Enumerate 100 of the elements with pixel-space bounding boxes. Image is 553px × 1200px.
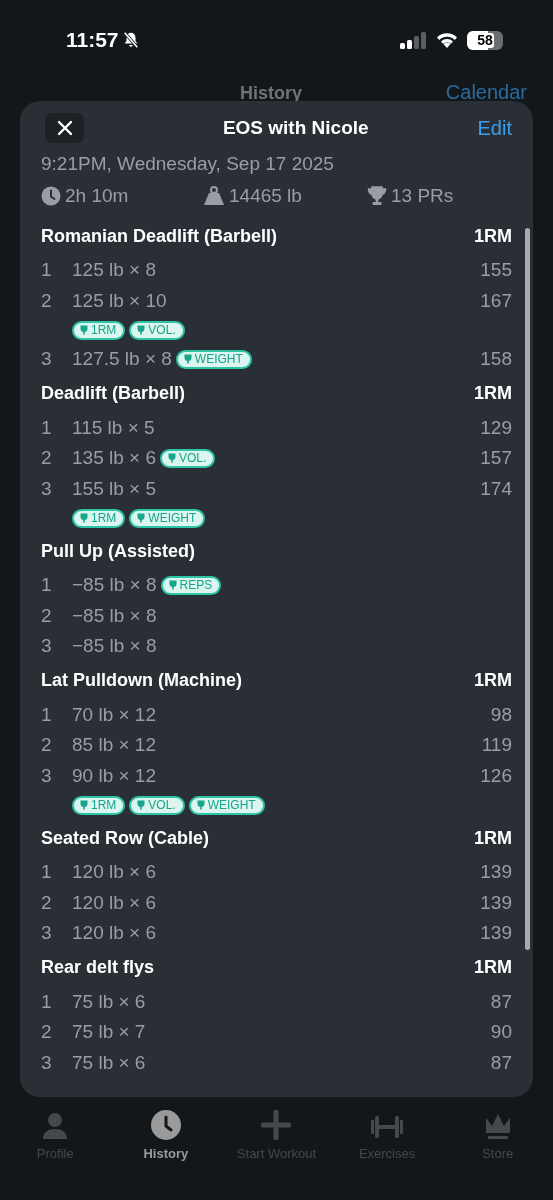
- set-detail: 120 lb × 6: [72, 922, 156, 945]
- column-heading: 1RM: [474, 957, 512, 978]
- set-detail: 120 lb × 6: [72, 891, 156, 914]
- set-detail: −85 lb × 8: [72, 574, 157, 597]
- stat-value: 2h 10m: [65, 185, 129, 207]
- pr-badge: WEIGHT: [188, 795, 265, 815]
- column-heading: 1RM: [474, 827, 512, 849]
- set-1rm: 157: [480, 447, 512, 470]
- calendar-link[interactable]: Calendar: [445, 81, 527, 104]
- workout-date: 9:21PM, Wednesday, Sep 17 2025: [41, 153, 335, 175]
- dumbbell-icon: [371, 1114, 404, 1140]
- tab-bar-item[interactable]: History: [110, 1103, 222, 1161]
- set-number: 1: [41, 574, 53, 597]
- crown-icon: [483, 1112, 512, 1140]
- exercise-name: Deadlift (Barbell): [41, 383, 186, 404]
- set-number: 1: [41, 416, 53, 439]
- set-number: 1: [41, 861, 53, 884]
- pr-badge: VOL.: [160, 448, 216, 468]
- trophy-icon: [79, 800, 89, 810]
- set-number: 1: [41, 990, 53, 1013]
- pr-badge: VOL.: [129, 795, 185, 815]
- set-1rm: 87: [490, 990, 512, 1013]
- trophy-icon: [167, 580, 178, 591]
- set-detail: 115 lb × 5: [72, 416, 155, 439]
- set-number: 3: [41, 348, 53, 371]
- status-time: 11:57: [66, 28, 119, 52]
- set-detail: 155 lb × 5: [72, 477, 156, 500]
- pr-badge: 1RM: [72, 320, 126, 340]
- column-heading: 1RM: [474, 225, 512, 247]
- clock-icon: [150, 1110, 181, 1140]
- set-1rm: 139: [480, 891, 512, 914]
- set-1rm: 139: [480, 861, 512, 884]
- set-detail: 90 lb × 12: [72, 764, 156, 787]
- set-number: 3: [41, 635, 53, 658]
- person-icon: [42, 1112, 69, 1140]
- set-number: 3: [41, 477, 53, 500]
- set-1rm: 174: [480, 477, 512, 500]
- set-detail: 127.5 lb × 8: [72, 348, 172, 371]
- set-number: 2: [41, 289, 53, 312]
- trophy-icon: [79, 513, 89, 523]
- set-number: 2: [41, 604, 53, 627]
- exercise-name: Rear delt flys: [41, 957, 155, 978]
- set-detail: 85 lb × 12: [72, 734, 156, 757]
- pr-badge: REPS: [160, 575, 222, 595]
- close-button[interactable]: [45, 113, 84, 143]
- trophy-icon: [136, 800, 147, 810]
- set-1rm: 158: [480, 348, 512, 371]
- set-number: 1: [41, 259, 53, 282]
- pr-badge: WEIGHT: [129, 508, 206, 528]
- exercise-name: Seated Row (Cable): [41, 827, 210, 849]
- trophy-icon: [367, 186, 387, 206]
- set-number: 3: [41, 764, 53, 787]
- trophy-icon: [136, 325, 147, 335]
- pr-badge: VOL.: [129, 320, 185, 340]
- set-1rm: 129: [480, 416, 512, 439]
- set-1rm: 139: [480, 922, 512, 945]
- trophy-icon: [195, 800, 206, 810]
- plus-icon: [261, 1110, 292, 1140]
- set-number: 2: [41, 891, 53, 914]
- set-number: 2: [41, 1021, 53, 1044]
- set-detail: −85 lb × 8: [72, 604, 157, 627]
- battery-icon: 58: [467, 30, 503, 50]
- set-number: 3: [41, 1051, 53, 1074]
- set-number: 2: [41, 734, 53, 757]
- set-detail: 120 lb × 6: [72, 861, 156, 884]
- sheet-title: EOS with Nicole: [222, 117, 369, 139]
- set-1rm: 87: [490, 1051, 512, 1074]
- trophy-icon: [79, 325, 89, 335]
- column-heading: 1RM: [474, 383, 512, 404]
- set-detail: 135 lb × 6: [72, 447, 156, 470]
- set-number: 3: [41, 922, 53, 945]
- set-number: 1: [41, 703, 53, 726]
- set-detail: 125 lb × 10: [72, 289, 167, 312]
- scrollbar[interactable]: [525, 228, 530, 950]
- clock-icon: [41, 186, 61, 206]
- set-number: 2: [41, 447, 53, 470]
- signal-icon: [399, 31, 427, 49]
- edit-link[interactable]: Edit: [477, 116, 512, 140]
- set-1rm: 119: [481, 734, 512, 757]
- set-detail: 125 lb × 8: [72, 259, 156, 282]
- set-1rm: 155: [480, 259, 512, 282]
- set-1rm: 98: [490, 703, 512, 726]
- exercise-name: Romanian Deadlift (Barbell): [41, 225, 278, 247]
- page-title: History: [240, 83, 302, 104]
- close-icon: [56, 120, 73, 136]
- exercise-name: Pull Up (Assisted): [41, 540, 196, 562]
- weight-icon: [203, 186, 225, 206]
- stat-value: 13 PRs: [391, 185, 454, 207]
- column-heading: 1RM: [474, 670, 512, 691]
- trophy-icon: [136, 513, 147, 523]
- set-detail: 70 lb × 12: [72, 703, 156, 726]
- pr-badge: WEIGHT: [175, 349, 252, 369]
- pr-badge: 1RM: [72, 795, 126, 815]
- set-1rm: 90: [490, 1021, 512, 1044]
- set-detail: 75 lb × 6: [72, 1051, 146, 1074]
- trophy-icon: [182, 354, 193, 365]
- trophy-icon: [167, 453, 177, 464]
- set-1rm: 126: [480, 764, 512, 787]
- stat-value: 14465 lb: [229, 185, 302, 207]
- pr-badge: 1RM: [72, 508, 126, 528]
